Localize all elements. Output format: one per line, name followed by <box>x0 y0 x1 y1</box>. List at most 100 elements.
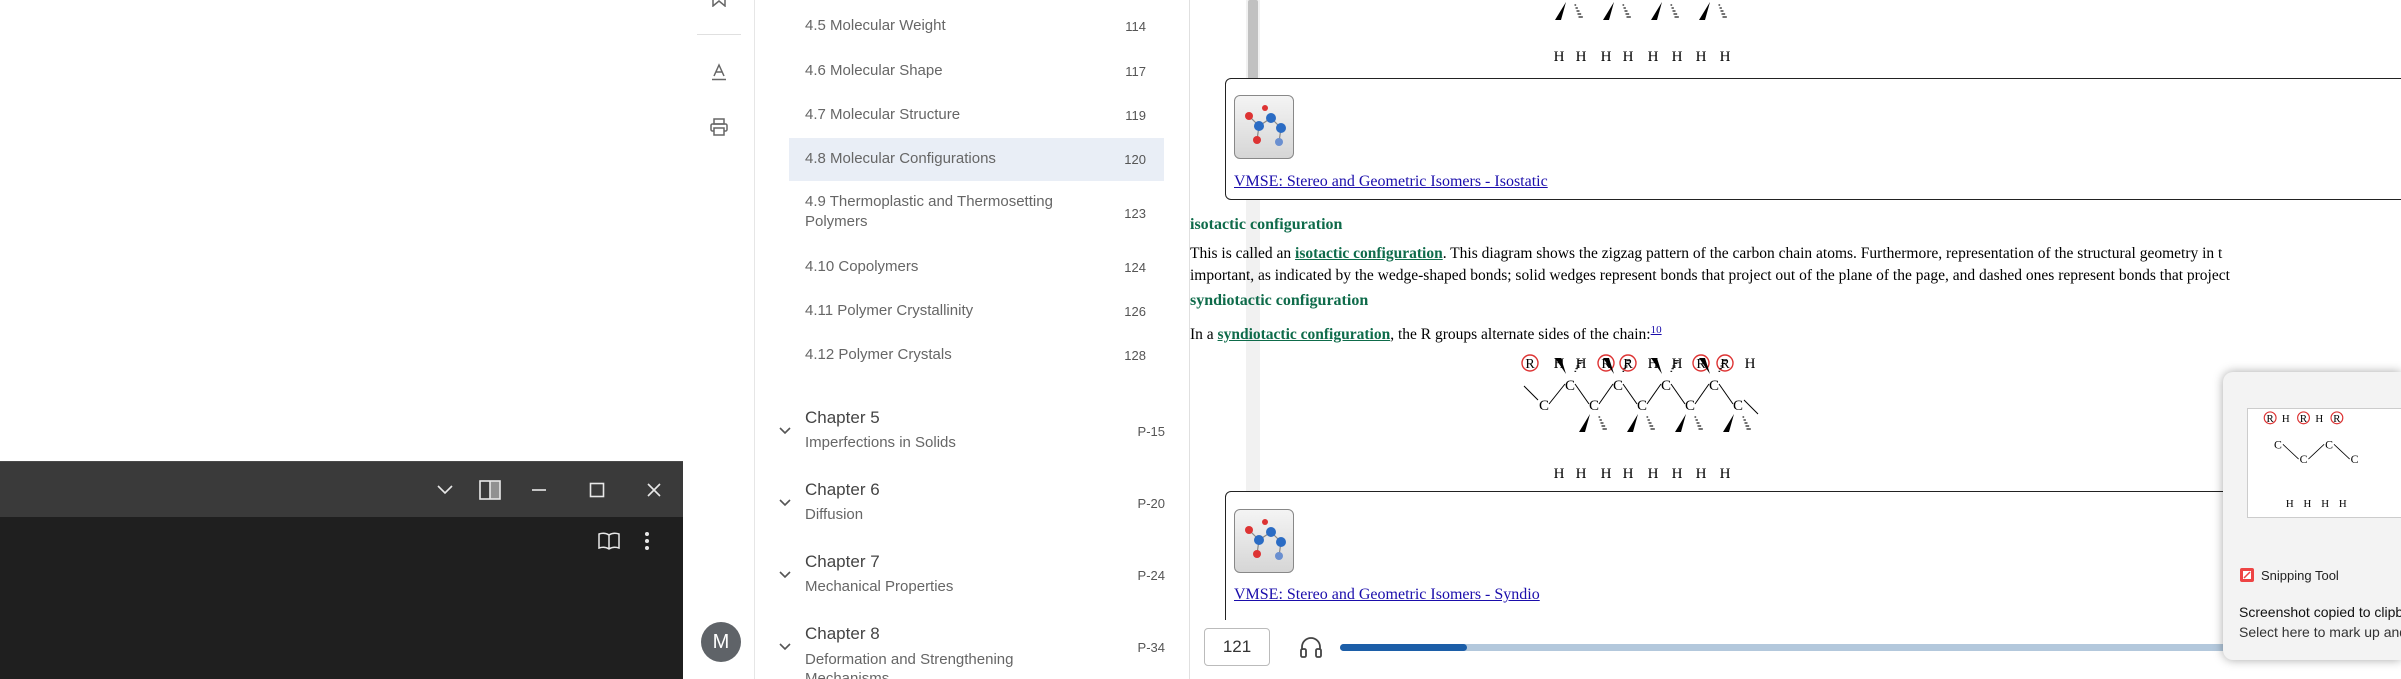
chevron-down-icon[interactable] <box>425 474 465 506</box>
toast-body: Select here to mark up and <box>2239 624 2401 640</box>
atom-label: H <box>1601 49 1612 65</box>
atom-label: C <box>2300 453 2308 466</box>
split-view-icon[interactable] <box>470 474 510 506</box>
toc-chapter-5[interactable]: Chapter 5 Imperfections in Solids P-15 <box>775 402 1165 464</box>
atom-label: R <box>2333 413 2341 425</box>
print-icon[interactable] <box>701 109 737 145</box>
toc-chapter-8[interactable]: Chapter 8 Deformation and Strengthening … <box>775 618 1165 679</box>
solid-wedge-bond <box>1723 414 1734 432</box>
atom-label: H <box>1554 466 1565 482</box>
text: . This diagram shows the zigzag pattern … <box>1442 245 2223 262</box>
atom-label: H <box>1672 49 1683 65</box>
chain-bond <box>1718 383 1734 405</box>
chain-bond <box>2282 444 2299 460</box>
atom-label: C <box>1589 398 1599 414</box>
molecule-model-icon[interactable] <box>1234 95 1294 159</box>
avatar-initial: M <box>712 630 730 653</box>
molecule-model-icon[interactable] <box>1234 509 1294 573</box>
atom-label: H <box>1576 466 1587 482</box>
atom-label: H <box>2321 498 2329 510</box>
toc-item-4-10[interactable]: 4.10 Copolymers 124 <box>789 257 1164 281</box>
solid-wedge-bond <box>1579 414 1590 432</box>
atom-label: H <box>1696 49 1707 65</box>
toc-item-page: 126 <box>1124 304 1146 319</box>
toc-item-4-8[interactable]: 4.8 Molecular Configurations 120 <box>789 138 1164 181</box>
chapter-title: Chapter 5 <box>805 408 880 427</box>
atom-label: H <box>1576 356 1587 372</box>
ebook-reader: M 4.5 Molecular Weight 114 4.6 Molecular… <box>683 0 2401 679</box>
vmse-syndiotactic-link[interactable]: VMSE: Stereo and Geometric Isomers - Syn… <box>1234 586 1540 604</box>
toc-item-page: 120 <box>1124 152 1146 167</box>
chain-bond <box>1670 383 1686 405</box>
toc-chapter-7[interactable]: Chapter 7 Mechanical Properties P-24 <box>775 546 1165 608</box>
atom-label: R <box>2300 413 2308 425</box>
text: In a <box>1190 326 1218 344</box>
toc-item-label: 4.5 Molecular Weight <box>805 17 946 34</box>
toc-item-label: 4.9 Thermoplastic and Thermosetting Poly… <box>805 193 1053 230</box>
atom-label: C <box>2274 438 2282 451</box>
chapter-subtitle: Deformation and Strengthening Mechanisms <box>805 651 1014 679</box>
table-of-contents: 4.5 Molecular Weight 114 4.6 Molecular S… <box>755 0 1260 679</box>
solid-wedge-bond <box>1651 2 1662 20</box>
chain-bond <box>2308 444 2325 460</box>
atom-label: H <box>1648 49 1659 65</box>
page-number-input[interactable]: 121 <box>1204 628 1270 666</box>
more-icon[interactable] <box>630 525 664 557</box>
chain-bond <box>1574 383 1590 405</box>
heading-syndiotactic: syndiotactic configuration <box>1190 292 1369 309</box>
icon-rail: M <box>683 0 755 679</box>
chain-bond <box>2333 444 2350 460</box>
toc-chapter-6[interactable]: Chapter 6 Diffusion P-20 <box>775 474 1165 536</box>
minimize-icon[interactable] <box>519 474 559 506</box>
atom-label: H <box>2282 413 2290 425</box>
vmse-isotactic-link[interactable]: VMSE: Stereo and Geometric Isomers - Iso… <box>1234 173 1548 191</box>
screenshot-thumbnail: R H R H RCCCCH H H H <box>2247 408 2401 518</box>
toc-item-4-5[interactable]: 4.5 Molecular Weight 114 <box>789 16 1164 40</box>
atom-label: C <box>1539 398 1549 414</box>
snipping-tool-notification[interactable]: RHRHRCCCCHHHH Snipping Tool Screenshot c… <box>2223 372 2401 660</box>
toc-item-4-12[interactable]: 4.12 Polymer Crystals 128 <box>789 345 1164 369</box>
atom-label: R <box>1720 357 1730 372</box>
toc-item-4-6[interactable]: 4.6 Molecular Shape 117 <box>789 61 1164 85</box>
atom-label: C <box>1685 398 1695 414</box>
solid-wedge-bond <box>1603 2 1614 20</box>
atom-label: C <box>2351 453 2359 466</box>
isotactic-term-link[interactable]: isotactic configuration <box>1295 245 1443 262</box>
chapter-page: P-15 <box>1137 424 1165 439</box>
atom-label: H <box>1720 49 1731 65</box>
atom-label: H <box>2315 413 2323 425</box>
toc-item-page: 119 <box>1125 108 1146 123</box>
close-icon[interactable] <box>634 474 674 506</box>
chevron-down-icon[interactable] <box>775 636 795 656</box>
atom-label: H <box>1623 466 1634 482</box>
bookmark-icon[interactable] <box>701 0 737 16</box>
chapter-page: P-24 <box>1137 568 1165 583</box>
toc-item-page: 114 <box>1125 19 1146 34</box>
toc-item-4-7[interactable]: 4.7 Molecular Structure 119 <box>789 105 1164 129</box>
maximize-icon[interactable] <box>577 474 617 506</box>
atom-label: C <box>1709 378 1719 394</box>
avatar[interactable]: M <box>701 622 741 662</box>
syndiotactic-paragraph: In a syndiotactic configuration, the R g… <box>1190 320 1662 345</box>
reader-icon[interactable] <box>592 525 626 557</box>
atom-label: H <box>2286 498 2294 510</box>
toc-item-4-11[interactable]: 4.11 Polymer Crystallinity 126 <box>789 301 1164 325</box>
headphones-icon[interactable] <box>1298 634 1324 660</box>
footnote-link[interactable]: 10 <box>1651 324 1662 336</box>
atom-label: H <box>1696 466 1707 482</box>
chevron-down-icon[interactable] <box>775 420 795 440</box>
toc-item-page: 124 <box>1124 260 1146 275</box>
chapter-page: P-20 <box>1137 496 1165 511</box>
atom-label: H <box>1672 466 1683 482</box>
chevron-down-icon[interactable] <box>775 492 795 512</box>
chapter-subtitle: Imperfections in Solids <box>805 434 956 451</box>
chain-bond <box>1622 383 1638 405</box>
chevron-down-icon[interactable] <box>775 564 795 584</box>
text-format-icon[interactable] <box>701 54 737 90</box>
chain-bond <box>1646 383 1662 405</box>
atom-label: C <box>1661 378 1671 394</box>
chapter-title: Chapter 7 <box>805 552 880 571</box>
chain-bond <box>1548 383 1566 405</box>
toc-item-4-9[interactable]: 4.9 Thermoplastic and Thermosetting Poly… <box>789 192 1164 236</box>
syndiotactic-term-link[interactable]: syndiotactic configuration <box>1218 326 1391 343</box>
